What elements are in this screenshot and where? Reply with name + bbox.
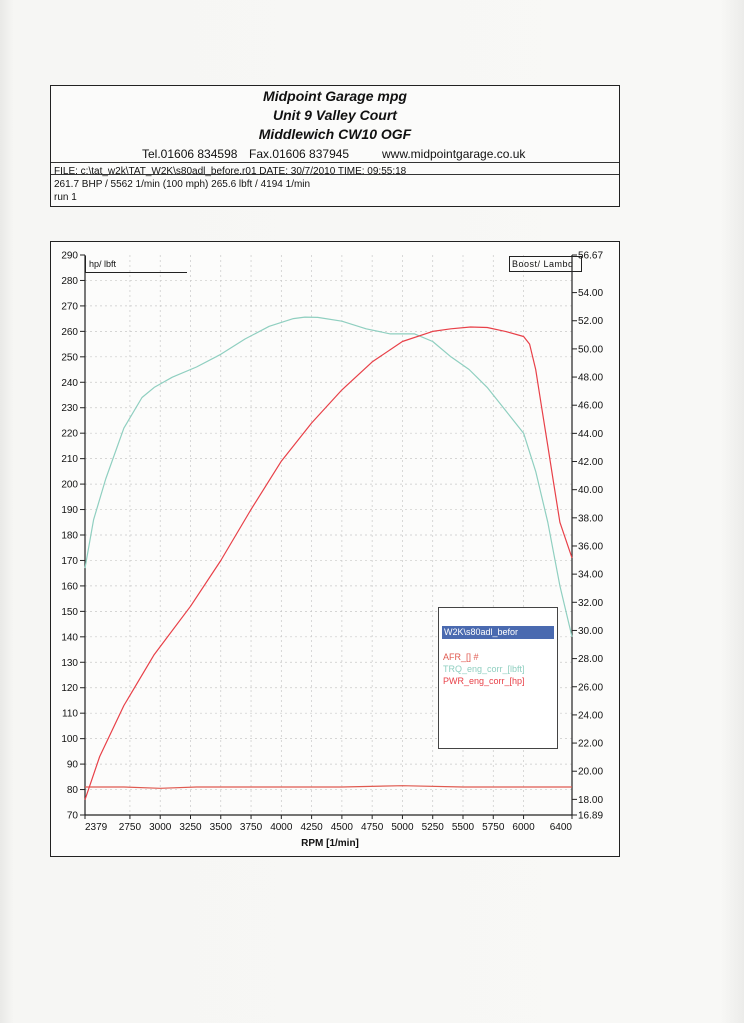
y-right-tick-label: 54.00 [578, 288, 603, 299]
x-tick-label: 2750 [119, 822, 142, 833]
y-right-tick-label: 22.00 [578, 739, 603, 750]
y-right-tick-label: 24.00 [578, 710, 603, 721]
right-axis-unit: Boost/ Lambd [509, 256, 582, 272]
y-right-tick-label: 44.00 [578, 429, 603, 440]
x-tick-label: 5500 [452, 822, 475, 833]
x-tick-label: 3000 [149, 822, 172, 833]
y-left-tick-label: 70 [67, 811, 79, 822]
x-tick-label: 4250 [300, 822, 323, 833]
legend-title: W2K\s80adl_befor [442, 626, 554, 639]
y-left-tick-label: 100 [61, 734, 78, 745]
x-tick-label: 6000 [512, 822, 535, 833]
y-left-tick-label: 80 [67, 785, 79, 796]
y-right-tick-label: 32.00 [578, 598, 603, 609]
x-tick-label: 3500 [210, 822, 233, 833]
x-tick-label: 6400 [550, 822, 573, 833]
y-right-tick-label: 16.89 [578, 811, 603, 822]
y-left-tick-label: 250 [61, 352, 78, 363]
y-left-tick-label: 90 [67, 760, 79, 771]
dyno-chart: 2379 2750 3000 3250 3500 3750 4000 4250 4500 4750… [61, 251, 603, 850]
y-left-tick-label: 220 [61, 429, 78, 440]
y-right-tick-label: 20.00 [578, 767, 603, 778]
x-tick-label: 5250 [422, 822, 445, 833]
y-left-tick-label: 230 [61, 403, 78, 414]
y-left-tick-label: 200 [61, 480, 78, 491]
y-right-tick-label: 18.00 [578, 795, 603, 806]
y-left-tick-label: 180 [61, 531, 78, 542]
x-tick-label: 3250 [179, 822, 202, 833]
left-axis-unit: hp/ lbft [85, 256, 187, 273]
y-left-tick-label: 290 [61, 251, 78, 262]
y-left-tick-label: 110 [62, 709, 78, 720]
y-left-tick-label: 160 [61, 581, 78, 592]
y-right-tick-label: 40.00 [578, 485, 603, 496]
chart-legend: W2K\s80adl_befor AFR_[] # TRQ_eng_corr_[… [438, 607, 558, 749]
y-right-tick-label: 48.00 [578, 373, 603, 384]
y-right-tick-label: 28.00 [578, 654, 603, 665]
y-right-tick-label: 26.00 [578, 682, 603, 693]
y-left-tick-label: 170 [61, 556, 78, 567]
y-right-tick-label: 36.00 [578, 541, 603, 552]
y-left-tick-label: 240 [61, 378, 78, 389]
y-left-tick-label: 190 [61, 505, 78, 516]
y-left-tick-label: 270 [61, 301, 78, 312]
x-tick-label: 4000 [270, 822, 293, 833]
y-left-tick-label: 260 [61, 327, 78, 338]
y-left-tick-label: 120 [61, 683, 78, 694]
y-left-tick-label: 280 [61, 276, 78, 287]
x-tick-label: 4500 [331, 822, 354, 833]
x-tick-label: 2379 [85, 822, 108, 833]
x-tick-label: 5000 [391, 822, 414, 833]
y-right-tick-label: 38.00 [578, 513, 603, 524]
legend-torque: TRQ_eng_corr_[lbft] [443, 664, 525, 674]
torque-series-line [84, 316, 573, 637]
x-tick-label: 5750 [482, 822, 505, 833]
y-right-tick-label: 34.00 [578, 570, 603, 581]
x-tick-label: 4750 [361, 822, 384, 833]
y-right-tick-label: 42.00 [578, 457, 603, 468]
y-left-tick-label: 140 [61, 632, 78, 643]
legend-afr: AFR_[] # [443, 652, 479, 662]
y-left-tick-label: 210 [61, 454, 78, 465]
y-right-tick-label: 30.00 [578, 626, 603, 637]
y-right-tick-label: 52.00 [578, 316, 603, 327]
y-right-tick-label: 50.00 [578, 344, 603, 355]
x-tick-label: 3750 [240, 822, 263, 833]
legend-power: PWR_eng_corr_[hp] [443, 676, 525, 686]
afr-series-line [85, 785, 572, 789]
y-left-tick-label: 130 [61, 658, 78, 669]
y-left-tick-label: 150 [61, 607, 78, 618]
x-axis-label: RPM [1/min] [301, 838, 359, 849]
y-right-tick-label: 46.00 [578, 401, 603, 412]
